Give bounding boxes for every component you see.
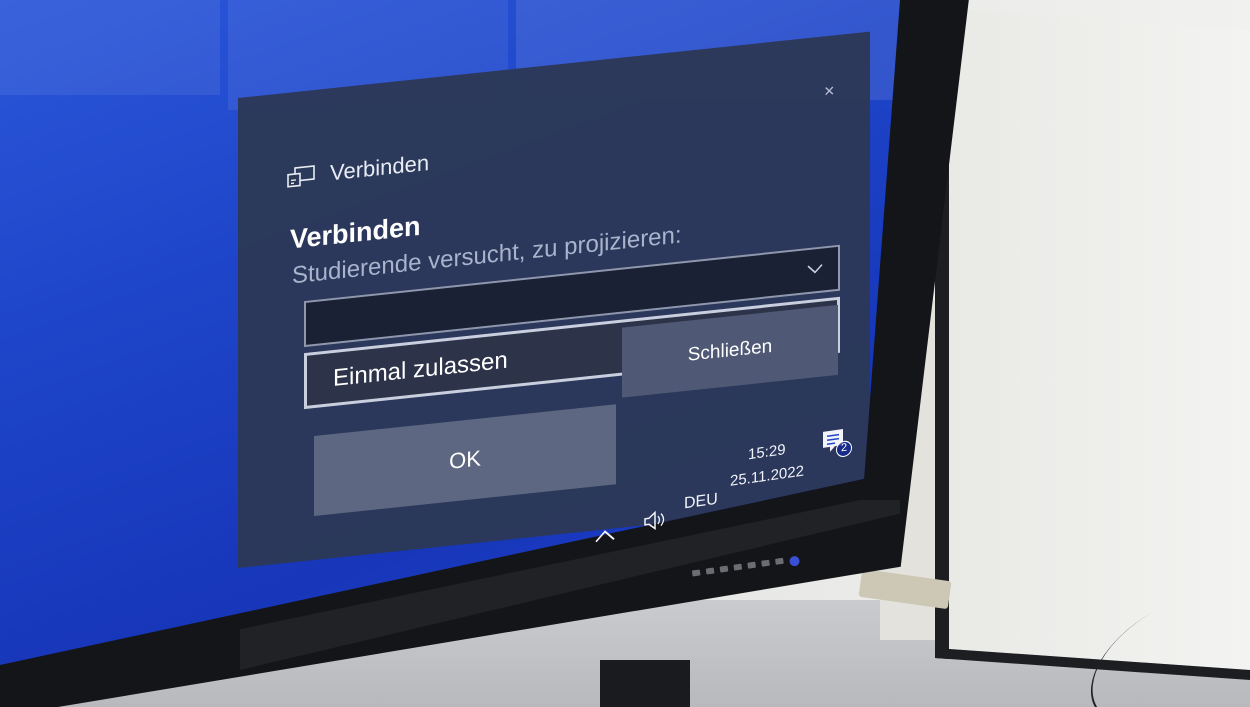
dialog-header-title: Verbinden (330, 149, 430, 186)
speaker-icon[interactable] (642, 508, 666, 533)
notification-center-icon[interactable]: 2 (820, 425, 852, 459)
monitor-button[interactable] (733, 563, 743, 571)
close-icon[interactable]: × (824, 80, 842, 101)
desktop-tile (0, 0, 220, 95)
monitor-button[interactable] (705, 567, 715, 575)
connect-dialog: × Verbinden Verbinden Studierende versuc… (238, 31, 870, 569)
monitor-button[interactable] (691, 569, 701, 577)
monitor-stand (600, 660, 690, 707)
monitor-button[interactable] (719, 565, 729, 573)
power-button[interactable] (788, 555, 801, 567)
ok-button[interactable]: OK (314, 404, 616, 517)
monitor-button[interactable] (761, 559, 770, 567)
monitor-button[interactable] (747, 561, 757, 569)
cabinet-door (935, 8, 1250, 681)
chevron-down-icon (807, 264, 823, 274)
dialog-header: Verbinden (286, 150, 429, 191)
cast-icon (287, 165, 315, 188)
monitor-button[interactable] (775, 557, 784, 565)
dialog-heading: Verbinden (290, 210, 421, 255)
permission-option-label: Einmal zulassen (333, 346, 508, 393)
